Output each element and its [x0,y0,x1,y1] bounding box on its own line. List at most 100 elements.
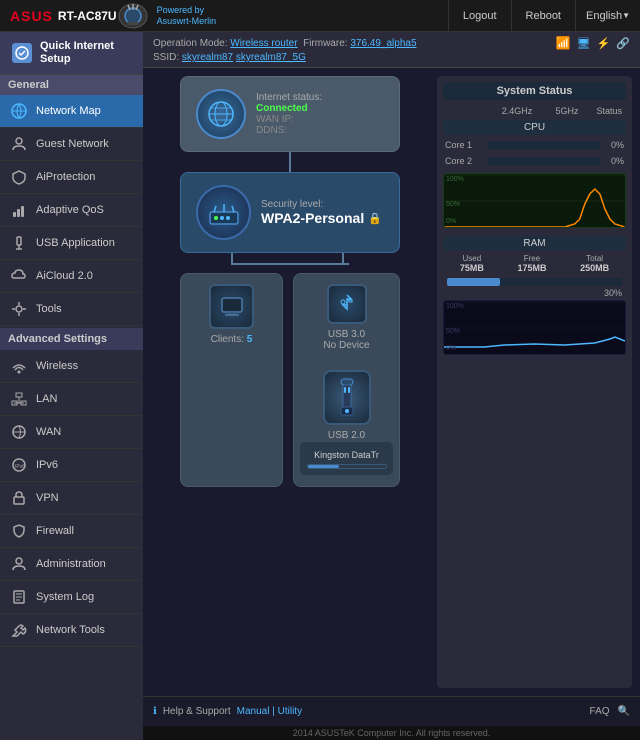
header-24ghz: 2.4GHz [492,106,542,116]
tools-label: Tools [36,303,62,315]
info-bar-row2: SSID: skyrealm87 skyrealm87_5G [153,52,630,63]
cpu-core2-label: Core 2 [445,156,483,166]
router-node[interactable]: Security level: WPA2-Personal 🔒 [180,172,400,253]
internet-node[interactable]: Internet status: Connected WAN IP: DDNS: [180,76,400,152]
ssid-24-link[interactable]: skyrealm87 [182,52,233,63]
wifi-24-icon: 📶 [556,36,571,50]
sidebar-item-usb-application[interactable]: USB Application [0,227,143,260]
quick-setup-icon [12,43,32,63]
clients-label: Clients: 5 [211,334,253,345]
network-tools-label: Network Tools [36,624,105,636]
system-log-label: System Log [36,591,94,603]
sidebar-item-wireless[interactable]: Wireless [0,350,143,383]
sidebar-item-vpn[interactable]: VPN [0,482,143,515]
help-support-label: Help & Support [163,706,231,717]
security-value: WPA2-Personal [261,210,364,226]
firewall-icon [10,522,28,540]
right-branch [342,253,344,265]
aicloud-label: AiCloud 2.0 [36,270,93,282]
ram-chart-50: 50% [446,328,460,335]
sidebar-item-system-log[interactable]: System Log [0,581,143,614]
sidebar-item-adaptive-qos[interactable]: Adaptive QoS [0,194,143,227]
search-icon[interactable]: 🔍 [618,706,630,717]
cpu-core1-label: Core 1 [445,140,483,150]
chart-50-label: 50% [446,201,460,208]
sidebar-item-network-map[interactable]: Network Map [0,95,143,128]
usb30-device: No Device [323,340,369,351]
branch-connector [180,253,400,273]
footer-links: Manual | Utility [237,706,302,717]
sidebar-item-tools[interactable]: Tools [0,293,143,326]
monitor-icon: 🖥 [577,37,591,50]
wireless-label: Wireless [36,360,78,372]
aicloud-icon [10,267,28,285]
firmware-label: Firmware: [303,38,347,49]
footer-right: FAQ 🔍 [590,706,630,717]
ram-used-value: 75MB [460,263,484,273]
usb20-icon[interactable] [323,370,371,425]
cpu-core2-pct: 0% [604,156,624,166]
sidebar-item-network-tools[interactable]: Network Tools [0,614,143,647]
footer-left: ℹ Help & Support Manual | Utility [153,706,302,717]
cpu-chart-svg [444,174,625,228]
lan-icon [10,390,28,408]
usb-node: USB 3.0 No Device [293,273,400,487]
vpn-label: VPN [36,492,59,504]
cpu-core2-bar [487,157,600,165]
manual-link[interactable]: Manual [237,706,270,717]
internet-icon-circle [196,89,246,139]
internet-info: Internet status: Connected WAN IP: DDNS: [256,92,322,136]
internet-status-label: Internet status: [256,92,322,103]
sidebar-item-wan[interactable]: WAN [0,416,143,449]
logout-button[interactable]: Logout [448,0,511,32]
firewall-label: Firewall [36,525,74,537]
network-tools-icon [10,621,28,639]
wan-icon [10,423,28,441]
cpu-section-title: CPU [443,120,626,135]
router-info: Security level: WPA2-Personal 🔒 [261,199,382,226]
language-selector[interactable]: English [575,0,640,32]
adaptive-qos-label: Adaptive QoS [36,204,104,216]
usb-application-icon [10,234,28,252]
usb20-progress-bar [307,464,387,469]
administration-label: Administration [36,558,106,570]
header-status: Status [592,106,622,116]
network-map-label: Network Map [36,105,101,117]
utility-link[interactable]: Utility [278,706,302,717]
quick-internet-setup[interactable]: Quick Internet Setup [0,32,143,75]
main-layout: Quick Internet Setup General Network Map… [0,32,640,740]
cpu-core1-bar [487,141,600,149]
clients-node[interactable]: Clients: 5 [180,273,283,487]
usb20-label: USB 2.0 [328,430,365,441]
firmware-value[interactable]: 376.49_alpha5 [350,38,416,49]
sidebar-item-aiprotection[interactable]: AiProtection [0,161,143,194]
chart-100-label: 100% [446,176,464,183]
ram-chart-svg [444,301,625,355]
ram-free: Free 175MB [517,254,546,273]
lock-icon: 🔒 [368,212,382,225]
clients-count: 5 [247,334,253,345]
sidebar-item-firewall[interactable]: Firewall [0,515,143,548]
info-bar-row1: Operation Mode: Wireless router Firmware… [153,36,630,50]
ssid-5-link[interactable]: skyrealm87_5G [236,52,306,63]
operation-mode-value[interactable]: Wireless router [230,38,297,49]
sidebar-item-guest-network[interactable]: Guest Network [0,128,143,161]
ram-total-value: 250MB [580,263,609,273]
sidebar-item-administration[interactable]: Administration [0,548,143,581]
ram-chart-0: 0% [446,345,456,352]
guest-network-label: Guest Network [36,138,109,150]
adaptive-qos-icon [10,201,28,219]
cpu-core1-row: Core 1 0% [443,139,626,151]
chart-0-label: 0% [446,218,456,225]
lan-label: LAN [36,393,57,405]
svg-text:IPv6: IPv6 [15,464,25,470]
ipv6-icon: IPv6 [10,456,28,474]
reboot-button[interactable]: Reboot [511,0,575,32]
powered-by: Powered by Asuswrt-Merlin [157,5,217,27]
sidebar-item-lan[interactable]: LAN [0,383,143,416]
usb20-device-block: Kingston DataTr [299,441,394,476]
ram-used: Used 75MB [460,254,484,273]
sidebar-item-ipv6[interactable]: IPv6 IPv6 [0,449,143,482]
usb20-device-name: Kingston DataTr [314,450,379,460]
sidebar-item-aicloud[interactable]: AiCloud 2.0 [0,260,143,293]
